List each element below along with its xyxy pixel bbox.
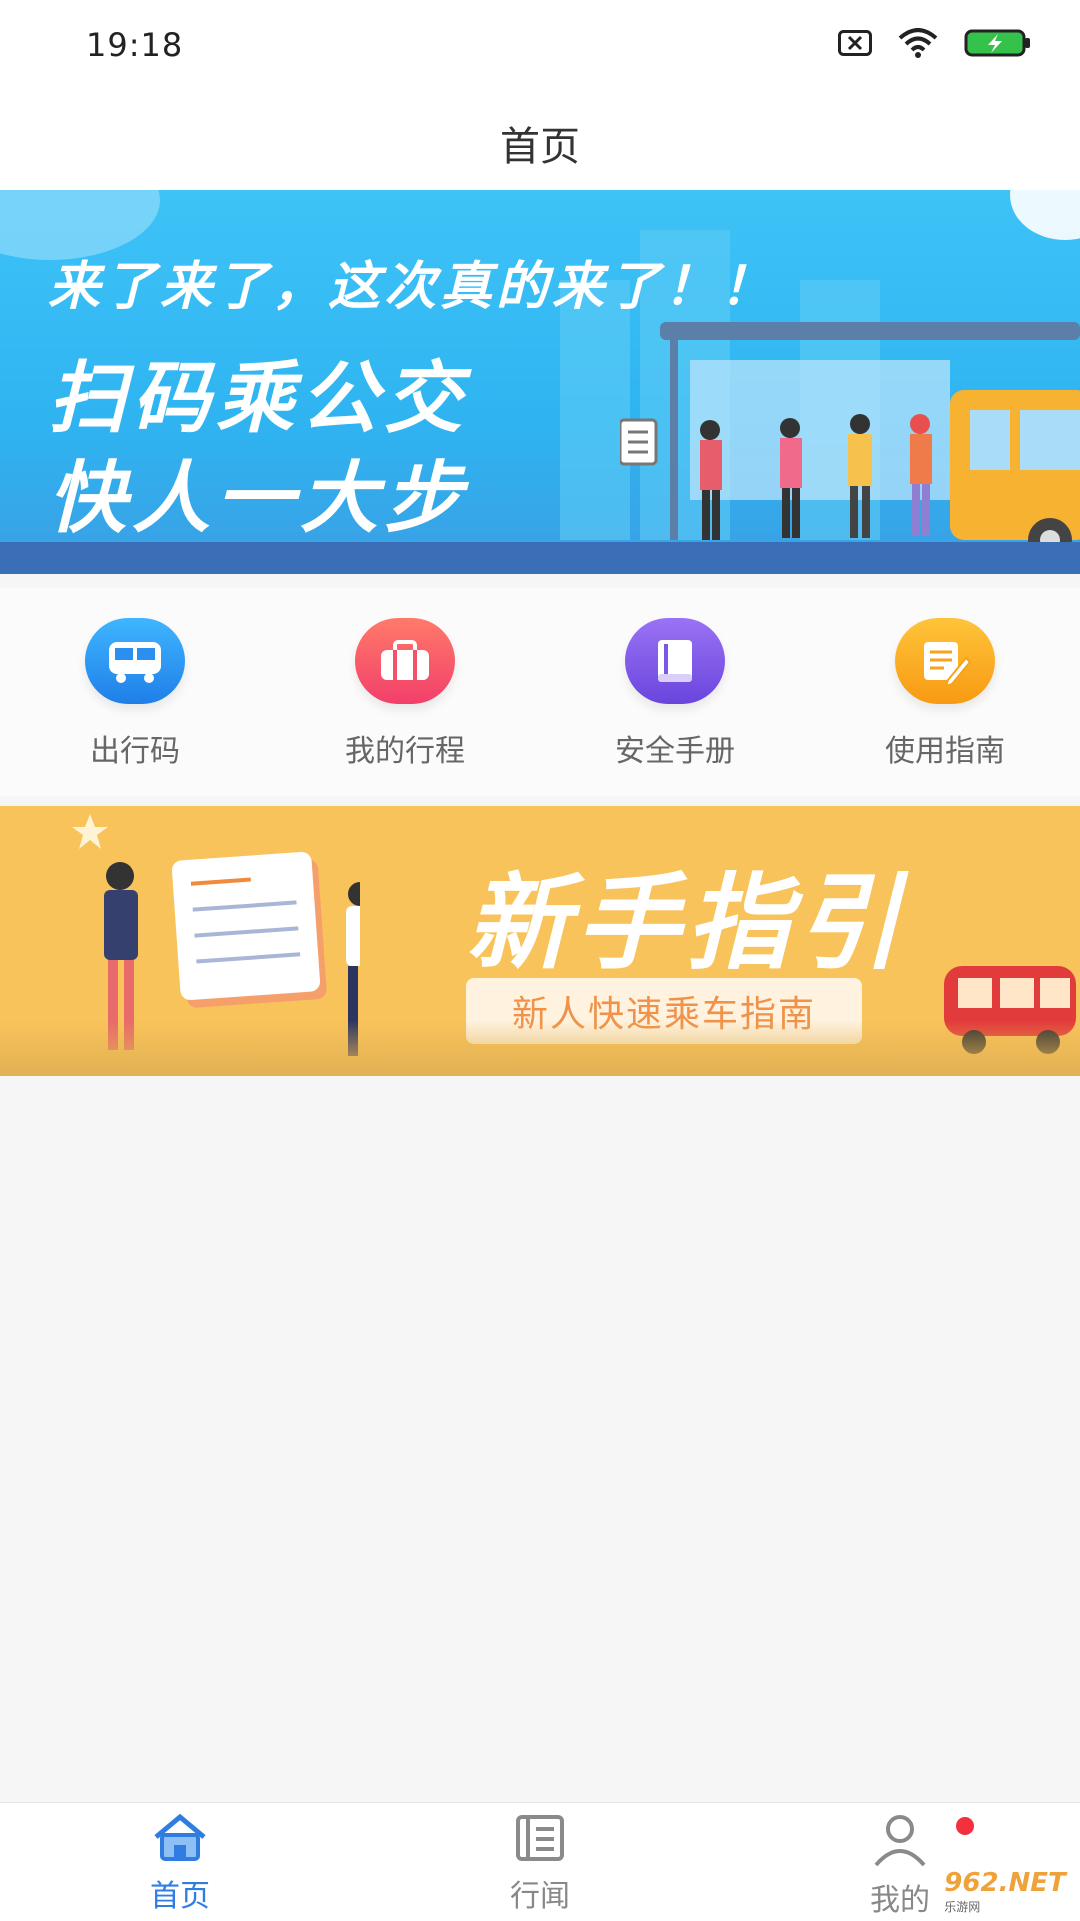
watermark-text: 962.NET xyxy=(944,1867,1066,1898)
grass-decoration xyxy=(0,1020,1080,1076)
wifi-icon xyxy=(898,28,938,58)
title-bar: 首页 xyxy=(0,96,1080,190)
banner-slogan-line1: 扫码乘公交 xyxy=(48,354,469,444)
guide-edit-icon xyxy=(895,618,995,704)
banner-slogan-line2: 快人一大步 xyxy=(48,454,469,544)
bus-icon xyxy=(85,618,185,704)
bottom-nav: 首页 行闻 我的 962.NET 乐游网 xyxy=(0,1802,1080,1921)
suitcase-icon xyxy=(355,618,455,704)
quick-actions: 出行码 我的行程 安全手册 使用指南 xyxy=(0,588,1080,796)
battery-charging-icon xyxy=(964,29,1030,57)
cloud-decoration xyxy=(1010,190,1080,240)
nav-label: 行闻 xyxy=(510,1879,570,1914)
news-icon xyxy=(516,1815,564,1861)
status-icons xyxy=(838,28,1032,58)
quick-action-user-guide[interactable]: 使用指南 xyxy=(845,618,1045,770)
bus-stop-illustration xyxy=(620,322,1080,560)
quick-action-label: 安全手册 xyxy=(615,734,735,769)
quick-action-safety-manual[interactable]: 安全手册 xyxy=(575,618,775,770)
home-icon xyxy=(154,1813,206,1861)
nav-label: 首页 xyxy=(150,1879,210,1914)
nav-tab-news[interactable]: 行闻 xyxy=(450,1813,630,1915)
promo-banner-newbie-guide[interactable]: 新手指引 新人快速乘车指南 xyxy=(0,806,1080,1076)
status-time: 19:18 xyxy=(86,26,184,64)
watermark-logo: 962.NET 乐游网 xyxy=(940,1867,1070,1914)
user-icon xyxy=(874,1815,926,1867)
quick-action-my-trips[interactable]: 我的行程 xyxy=(305,618,505,770)
sim-error-icon xyxy=(838,30,872,56)
quick-action-label: 出行码 xyxy=(90,734,180,769)
quick-action-travel-code[interactable]: 出行码 xyxy=(35,618,235,770)
promo-banner-scan-code[interactable]: 来了来了，这次真的来了！！ 扫码乘公交 快人一大步 xyxy=(0,190,1080,574)
guide-banner-title: 新手指引 xyxy=(466,862,907,984)
book-icon xyxy=(625,618,725,704)
notification-badge xyxy=(956,1817,974,1835)
quick-action-label: 我的行程 xyxy=(345,734,465,769)
quick-action-label: 使用指南 xyxy=(885,734,1005,769)
status-bar: 19:18 xyxy=(0,0,1080,96)
page-title: 首页 xyxy=(500,124,580,170)
watermark-sub: 乐游网 xyxy=(944,1899,981,1914)
nav-tab-home[interactable]: 首页 xyxy=(90,1813,270,1915)
banner-ground xyxy=(0,542,1080,574)
